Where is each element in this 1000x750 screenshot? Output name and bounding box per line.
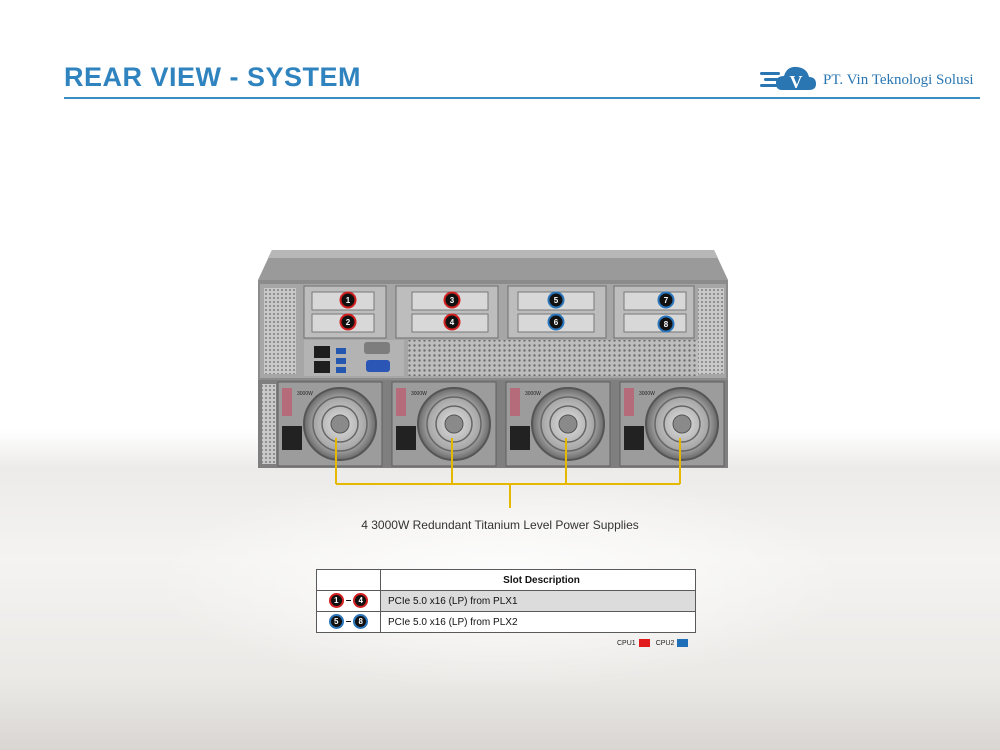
svg-text:1: 1 (346, 296, 351, 305)
slot-badge-2: 2 (339, 313, 357, 331)
svg-text:6: 6 (554, 318, 559, 327)
slot-range-cell: 1–4 (316, 590, 381, 612)
slot-badge-icon: 8 (355, 616, 367, 628)
table-header-slot-description: Slot Description (380, 569, 696, 591)
legend-label-cpu1: CPU1 (617, 639, 636, 647)
legend-swatch-cpu2 (677, 639, 689, 647)
slot-badge-8: 8 (657, 315, 675, 333)
page-title: REAR VIEW - SYSTEM (64, 62, 362, 92)
usb-port-icon (336, 358, 346, 364)
cpu-legend: CPU1 CPU2 (617, 639, 694, 647)
slot-badge-icon: 4 (355, 595, 367, 607)
table-header-blank (316, 569, 381, 591)
psu-4: 3000W (619, 381, 725, 467)
svg-text:3000W: 3000W (411, 391, 427, 397)
range-dash: – (345, 595, 352, 607)
psu-1: 3000W (277, 381, 383, 467)
table-row: 1–4 PCIe 5.0 x16 (LP) from PLX1 (316, 590, 696, 612)
svg-text:4: 4 (450, 318, 455, 327)
lan-port-icon (314, 361, 330, 373)
slot-range-cell: 5–8 (316, 611, 381, 633)
svg-text:5: 5 (554, 296, 559, 305)
svg-text:2: 2 (346, 318, 351, 327)
svg-text:3000W: 3000W (297, 391, 313, 397)
legend-label-cpu2: CPU2 (655, 639, 675, 647)
range-dash: – (345, 616, 352, 628)
serial-port-icon (364, 342, 390, 354)
slot-description-cell: PCIe 5.0 x16 (LP) from PLX1 (380, 590, 696, 612)
slot-badge-7: 7 (657, 291, 675, 309)
slot-badge-icon: 5 (330, 616, 342, 628)
slot-badge-4: 4 (443, 313, 461, 331)
slot-description-cell: PCIe 5.0 x16 (LP) from PLX2 (380, 611, 696, 633)
psu-caption: 4 3000W Redundant Titanium Level Power S… (361, 518, 639, 532)
company-name: PT. Vin Teknologi Solusi (823, 72, 974, 88)
svg-text:3000W: 3000W (525, 391, 541, 397)
svg-text:8: 8 (664, 320, 669, 329)
logo-letter: V (790, 72, 803, 92)
legend-swatch-cpu1 (638, 639, 650, 647)
usb-port-icon (336, 348, 346, 354)
svg-text:3: 3 (450, 296, 455, 305)
slot-description-table: Slot Description 1–4 PCIe 5.0 x16 (LP) f… (316, 569, 696, 633)
usb-port-icon (336, 367, 346, 373)
slot-badge-6: 6 (547, 313, 565, 331)
riser-bay-4 (613, 285, 695, 339)
slot-badge-5: 5 (547, 291, 565, 309)
slot-badge-1: 1 (339, 291, 357, 309)
svg-text:3000W: 3000W (639, 391, 655, 397)
table-row: 5–8 PCIe 5.0 x16 (LP) from PLX2 (316, 611, 696, 633)
table-header-row: Slot Description (316, 569, 696, 591)
svg-text:7: 7 (664, 296, 669, 305)
slot-badge-3: 3 (443, 291, 461, 309)
server-rear-chassis: 3000W 3000W 3000W 3000W 1 2 3 4 5 6 7 8 (258, 250, 728, 485)
vga-port-icon (366, 360, 390, 372)
psu-3: 3000W (505, 381, 611, 467)
lan-port-icon (314, 346, 330, 358)
slot-badge-icon: 1 (330, 595, 342, 607)
psu-bracket-stem (509, 484, 511, 508)
psu-2: 3000W (391, 381, 497, 467)
